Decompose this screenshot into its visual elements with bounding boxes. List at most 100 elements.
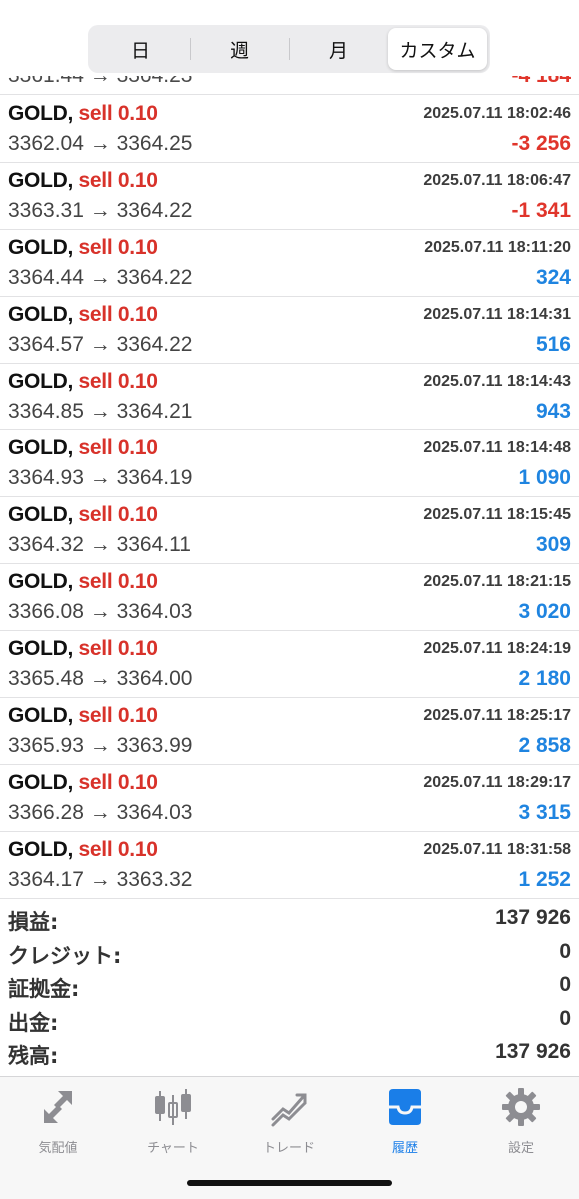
trade-row[interactable]: GOLD, sell 0.10 2025.07.11 18:02:46 3362.0… [0, 96, 579, 163]
trade-symbol: GOLD, [8, 637, 73, 661]
trade-row[interactable]: GOLD, sell 0.10 2025.07.11 18:21:15 3366.0… [0, 564, 579, 632]
trade-time: 2025.07.11 18:14:43 [423, 372, 571, 390]
trade-symbol: GOLD, [8, 168, 73, 192]
trade-symbol: GOLD, [8, 503, 73, 527]
trade-prices: 3364.32 → 3364.11 [8, 533, 191, 557]
summary-value: 0 [559, 939, 571, 963]
trade-symbol-line: GOLD, sell 0.10 [8, 370, 158, 394]
trade-row[interactable]: GOLD, sell 0.10 2025.07.11 18:11:20 3364.4… [0, 230, 579, 297]
summary-value: 137 926 [495, 906, 571, 929]
trade-time: 2025.07.11 18:21:15 [423, 573, 571, 591]
trade-prices: 3365.93 → 3363.99 [8, 734, 193, 758]
trade-prices: 3365.48 → 3364.00 [8, 667, 193, 691]
trade-time: 2025.07.11 18:15:45 [423, 506, 571, 524]
summary-value: 0 [559, 973, 571, 997]
trade-row[interactable]: GOLD, sell 0.10 2025.07.11 18:06:47 3363.3… [0, 163, 579, 230]
summary-value: 137 926 [495, 1040, 571, 1064]
trade-side: sell 0.10 [78, 302, 158, 326]
trade-time: 2025.07.11 18:29:17 [423, 773, 571, 791]
trade-profit: 943 [535, 399, 571, 423]
trade-profit: 2 180 [518, 667, 571, 691]
trade-row[interactable]: GOLD, sell 0.10 2025.07.11 18:29:17 3366.2… [0, 765, 579, 832]
trade-profit: 324 [535, 265, 571, 289]
trade-symbol-line: GOLD, sell 0.10 [8, 838, 158, 862]
trade-row[interactable]: GOLD, sell 0.10 2025.07.11 18:14:48 3364.9… [0, 430, 579, 498]
tab-history[interactable]: 履歴 [347, 1085, 463, 1156]
period-tab-day[interactable]: 日 [91, 28, 190, 70]
trade-side: sell 0.10 [78, 102, 158, 125]
trade-prices: 3364.57 → 3364.22 [8, 332, 193, 356]
period-segmented-control: 日 週 月 カスタム [88, 25, 490, 73]
trade-chart-icon [271, 1093, 307, 1127]
period-tab-month[interactable]: 月 [289, 28, 388, 70]
trade-profit: 1 252 [518, 867, 571, 891]
trade-profit: 309 [535, 533, 571, 557]
tab-settings[interactable]: 設定 [463, 1085, 579, 1156]
trade-profit: 3 020 [518, 600, 571, 624]
trade-row[interactable]: GOLD, sell 0.10 2025.07.11 18:24:19 3365.4… [0, 631, 579, 699]
trade-row[interactable]: GOLD, sell 0.10 2025.07.11 18:25:17 3365.9… [0, 698, 579, 765]
trade-symbol-line: GOLD, sell 0.10 [8, 102, 158, 126]
trade-time: 2025.07.11 18:06:47 [423, 171, 571, 189]
trade-row[interactable]: GOLD, sell 0.10 2025.07.11 18:14:31 3364.5… [0, 297, 579, 364]
trade-symbol: GOLD, [8, 102, 73, 125]
summary-label: 証拠金: [8, 977, 80, 1002]
tab-trade[interactable]: トレード [231, 1085, 347, 1156]
trade-profit: -3 256 [511, 132, 571, 155]
summary-value: 0 [559, 1006, 571, 1030]
trade-profit: 2 858 [518, 734, 571, 758]
trade-time: 2025.07.11 18:02:46 [423, 105, 571, 122]
trade-symbol-line: GOLD, sell 0.10 [8, 704, 158, 728]
trade-time: 2025.07.11 18:25:17 [423, 707, 571, 725]
trade-row[interactable]: GOLD, sell 0.10 2025.07.11 18:14:43 3364.8… [0, 364, 579, 431]
trade-profit: 1 090 [518, 466, 571, 490]
summary-label: 損益: [8, 910, 59, 934]
tab-chart[interactable]: チャート [115, 1085, 231, 1156]
trade-symbol: GOLD, [8, 235, 73, 259]
trade-symbol: GOLD, [8, 369, 73, 393]
trade-prices: 3364.85 → 3364.21 [8, 399, 193, 423]
trade-time: 2025.07.11 18:24:19 [423, 640, 571, 658]
trade-side: sell 0.10 [78, 570, 158, 594]
trade-symbol: GOLD, [8, 704, 73, 728]
trade-prices: 3364.44 → 3364.22 [8, 265, 193, 289]
trade-prices: 3362.04 → 3364.25 [8, 132, 193, 155]
tab-quotes[interactable]: 気配値 [0, 1085, 116, 1156]
summary-row: 出金: 0 [0, 1003, 579, 1037]
candlestick-chart-icon [155, 1089, 191, 1125]
trade-prices: 3363.31 → 3364.22 [8, 198, 193, 222]
trade-prices: 3364.17 → 3363.32 [8, 867, 193, 891]
trade-side: sell 0.10 [78, 637, 158, 661]
trade-time: 2025.07.11 18:14:48 [423, 439, 571, 457]
summary-row: 証拠金: 0 [0, 969, 579, 1003]
trade-profit: 516 [535, 332, 571, 356]
trade-side: sell 0.10 [78, 235, 158, 259]
account-summary: 損益: 137 926 クレジット: 0 証拠金: 0 出金: 0 残高: 137 926 [0, 902, 579, 1070]
trade-prices: 3366.28 → 3364.03 [8, 800, 193, 824]
trade-profit: 3 315 [518, 800, 571, 824]
trade-symbol-line: GOLD, sell 0.10 [8, 503, 158, 527]
trade-prices: 3366.08 → 3364.03 [8, 600, 193, 624]
trade-symbol-line: GOLD, sell 0.10 [8, 436, 158, 460]
period-tab-week[interactable]: 週 [190, 28, 289, 70]
period-header: 日 週 月 カスタム [0, 0, 579, 76]
trade-time: 2025.07.11 18:14:31 [423, 305, 571, 323]
summary-label: クレジット: [8, 943, 122, 968]
home-indicator [187, 1180, 392, 1186]
trade-history-list: GOLD, sell 0.10 2025.07.11 18:02:46 3362.0… [0, 96, 579, 899]
summary-label: 残高: [8, 1044, 59, 1069]
tab-label: 気配値 [38, 1141, 78, 1156]
trade-time: 2025.07.11 18:31:58 [423, 840, 571, 858]
quotes-arrows-icon [44, 1091, 72, 1123]
gear-icon [502, 1088, 540, 1126]
trade-time: 2025.07.11 18:11:20 [424, 238, 571, 256]
tab-label: トレード [262, 1141, 315, 1156]
trade-symbol: GOLD, [8, 570, 73, 594]
summary-row: 損益: 137 926 [0, 902, 579, 936]
trade-side: sell 0.10 [78, 704, 158, 728]
trade-symbol-line: GOLD, sell 0.10 [8, 771, 158, 795]
trade-row[interactable]: GOLD, sell 0.10 2025.07.11 18:31:58 3364.1… [0, 832, 579, 899]
period-tab-custom[interactable]: カスタム [388, 28, 487, 70]
trade-row[interactable]: GOLD, sell 0.10 2025.07.11 18:15:45 3364.3… [0, 497, 579, 565]
trade-symbol-line: GOLD, sell 0.10 [8, 303, 158, 327]
